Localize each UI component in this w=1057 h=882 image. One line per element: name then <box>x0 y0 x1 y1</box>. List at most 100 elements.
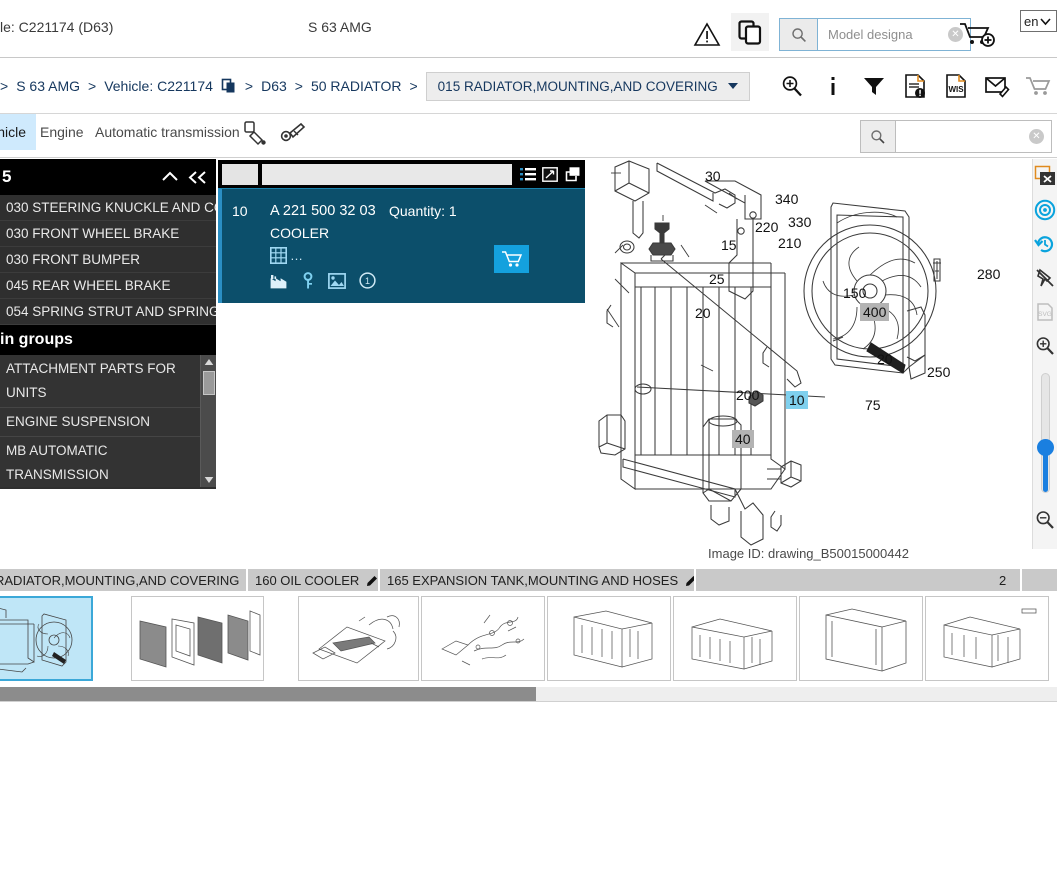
filter-funnel-icon[interactable] <box>861 72 887 100</box>
double-chevron-left-icon[interactable] <box>188 170 208 185</box>
thumbnail-2[interactable] <box>298 596 419 681</box>
thumbnail-scroll-thumb[interactable] <box>0 687 536 701</box>
drawing-callout-400[interactable]: 400 <box>860 303 890 321</box>
wis-document-icon[interactable]: WIS <box>943 72 969 100</box>
part-filter-input[interactable] <box>262 163 512 185</box>
thumbnail-6[interactable] <box>799 596 923 681</box>
mail-edit-icon[interactable] <box>984 72 1010 100</box>
breadcrumb-item-active[interactable]: 015 RADIATOR,MOUNTING,AND COVERING <box>425 71 750 101</box>
sidebar-item-1[interactable]: 030 FRONT WHEEL BRAKE <box>0 221 216 247</box>
part-search-box[interactable]: ✕ <box>860 120 1052 153</box>
drawing-tab-2[interactable]: 165 EXPANSION TANK,MOUNTING AND HOSES <box>380 569 696 591</box>
thumbnail-strip[interactable] <box>0 591 1057 686</box>
main-groups-header: in groups <box>0 325 216 355</box>
drawing-callout-40[interactable]: 40 <box>732 430 754 448</box>
history-reset-icon[interactable] <box>1034 233 1056 255</box>
warning-triangle-icon[interactable] <box>693 21 721 47</box>
list-view-icon[interactable] <box>520 167 536 182</box>
model-search-input[interactable]: Model designa <box>818 27 948 42</box>
drawing-callout-250[interactable]: 250 <box>924 363 953 381</box>
sidebar-item-4[interactable]: 054 SPRING STRUT AND SPRING ... <box>0 299 216 325</box>
bolt-tools-icon[interactable] <box>277 119 307 149</box>
sidebar-item-2[interactable]: 030 FRONT BUMPER <box>0 247 216 273</box>
paint-color-icon[interactable] <box>241 119 271 149</box>
info-icon[interactable] <box>820 72 846 100</box>
drawing-callout-330[interactable]: 330 <box>785 213 814 231</box>
add-to-cart-icon[interactable] <box>958 20 996 48</box>
scroll-up-icon[interactable] <box>201 355 216 369</box>
copy-documents-icon[interactable] <box>731 13 769 51</box>
drawing-callout-20[interactable]: 20 <box>874 350 896 368</box>
table-grid-icon[interactable] <box>270 247 287 264</box>
cart-icon[interactable] <box>1025 72 1051 100</box>
search-icon[interactable] <box>861 121 896 152</box>
part-card[interactable]: 10 A 221 500 32 03 COOLER Quantity: 1 … … <box>218 188 585 303</box>
drawing-tab-0[interactable]: RADIATOR,MOUNTING,AND COVERING <box>0 569 248 591</box>
part-icon-row-primary: … <box>270 247 304 264</box>
drawing-callout-340[interactable]: 340 <box>772 190 801 208</box>
drawing-callout-150[interactable]: 150 <box>840 284 869 302</box>
zoom-in-icon[interactable] <box>1034 335 1056 357</box>
new-window-icon[interactable] <box>564 166 581 182</box>
tab-automatic-transmission-label: Automatic transmission <box>95 124 240 140</box>
drawing-callout-20[interactable]: 20 <box>692 304 714 322</box>
drawing-callout-30[interactable]: 30 <box>702 167 724 185</box>
breadcrumb-item-model[interactable]: S 63 AMG <box>16 78 80 94</box>
info-circle-icon[interactable]: 1 <box>359 272 376 289</box>
drawing-callout-75[interactable]: 75 <box>862 396 884 414</box>
language-select[interactable]: en <box>1020 10 1057 32</box>
thumbnail-4[interactable] <box>547 596 671 681</box>
edit-icon[interactable] <box>366 574 378 587</box>
main-group-2[interactable]: MB AUTOMATIC TRANSMISSION <box>0 437 216 487</box>
image-icon[interactable] <box>328 272 346 289</box>
sidebar-item-0[interactable]: 030 STEERING KNUCKLE AND CO... <box>0 195 216 221</box>
thumbnail-3[interactable] <box>421 596 545 681</box>
sidebar-scrollbar[interactable] <box>200 355 216 487</box>
zoom-out-icon[interactable] <box>1034 509 1056 531</box>
zoom-in-icon[interactable] <box>779 72 805 100</box>
breadcrumb-item-d63[interactable]: D63 <box>261 78 287 94</box>
zoom-slider-handle[interactable] <box>1036 439 1054 456</box>
main-group-0[interactable]: ATTACHMENT PARTS FOR UNITS <box>0 355 216 408</box>
search-icon[interactable] <box>780 19 818 50</box>
drawing-callout-15[interactable]: 15 <box>718 236 740 254</box>
chevron-up-icon[interactable] <box>161 170 179 184</box>
edit-icon[interactable] <box>685 574 694 587</box>
key-icon[interactable] <box>301 272 315 289</box>
expand-view-icon[interactable] <box>542 166 558 182</box>
drawing-callout-210[interactable]: 210 <box>775 234 804 252</box>
unpin-icon[interactable] <box>1034 267 1056 289</box>
breadcrumb-item-vehicle[interactable]: Vehicle: C221174 <box>104 78 213 94</box>
drawing-callout-25[interactable]: 25 <box>706 270 728 288</box>
drawing-tool-rail: SVG <box>1032 159 1057 549</box>
main-group-1[interactable]: ENGINE SUSPENSION <box>0 408 216 437</box>
part-panel-corner <box>222 163 258 185</box>
copy-vehicle-icon[interactable] <box>221 78 237 94</box>
drawing-callout-200[interactable]: 200 <box>733 386 762 404</box>
close-window-icon[interactable] <box>1034 165 1056 187</box>
thumbnail-5[interactable] <box>673 596 797 681</box>
part-number[interactable]: A 221 500 32 03 <box>270 203 376 219</box>
add-part-to-cart-button[interactable] <box>494 245 529 273</box>
thumbnail-scrollbar[interactable] <box>0 687 1057 701</box>
factory-icon[interactable] <box>270 273 288 289</box>
drawing-callout-280[interactable]: 280 <box>974 265 1003 283</box>
document-alert-icon[interactable] <box>902 72 928 100</box>
thumbnail-1[interactable] <box>131 596 264 681</box>
thumbnail-7[interactable] <box>925 596 1049 681</box>
scroll-down-icon[interactable] <box>201 473 216 487</box>
clear-x-icon[interactable]: ✕ <box>1029 129 1044 144</box>
drawing-callout-10[interactable]: 10 <box>786 391 808 409</box>
sidebar-scroll-thumb[interactable] <box>203 371 215 395</box>
drawing-tab-3[interactable]: 2 <box>992 569 1022 591</box>
breadcrumb-item-radiator[interactable]: 50 RADIATOR <box>311 78 402 94</box>
bottom-divider <box>0 701 1057 702</box>
target-focus-icon[interactable] <box>1034 199 1056 221</box>
drawing-tab-1[interactable]: 160 OIL COOLER <box>248 569 380 591</box>
model-search-box[interactable]: Model designa ✕ <box>779 18 971 51</box>
sidebar-item-3[interactable]: 045 REAR WHEEL BRAKE <box>0 273 216 299</box>
thumbnail-0[interactable] <box>0 596 93 681</box>
tab-automatic-transmission[interactable]: Automatic transmission <box>85 114 250 150</box>
zoom-slider[interactable] <box>1036 373 1054 493</box>
drawing-tab-3-label: 2 <box>999 572 1007 588</box>
